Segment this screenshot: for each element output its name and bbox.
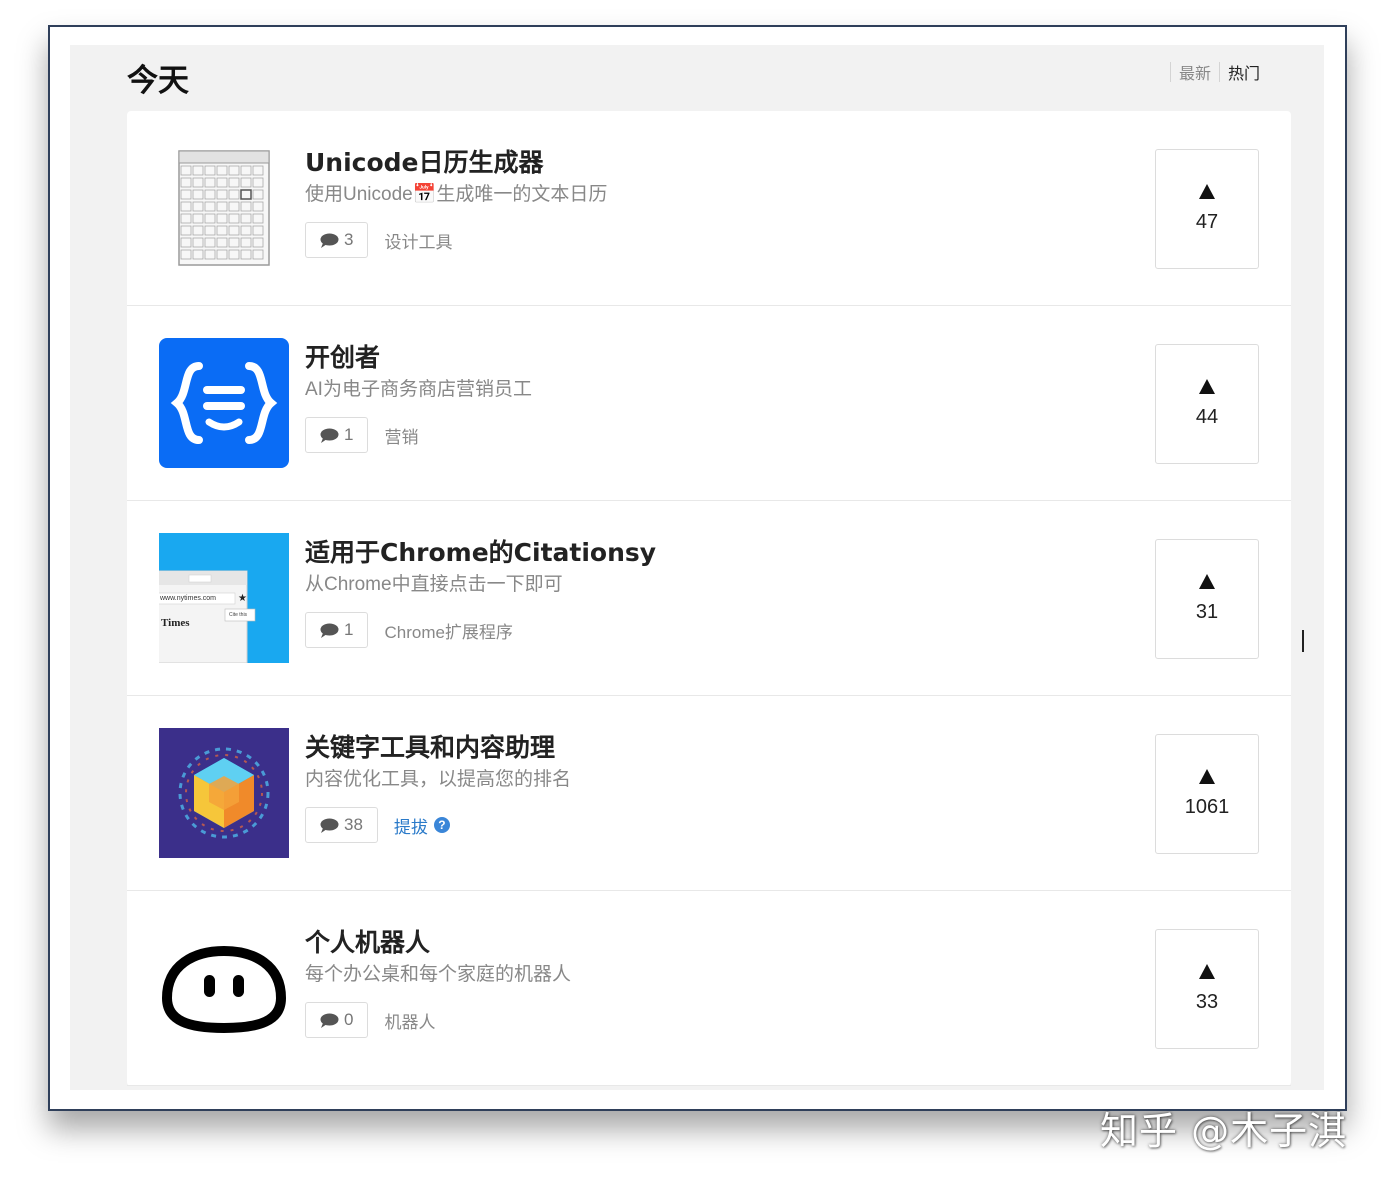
vote-count: 47 <box>1195 211 1219 233</box>
product-item[interactable]: Unicode日历生成器 使用Unicode📅生成唯一的文本日历 3 设计工具 … <box>127 111 1291 306</box>
product-tagline: AI为电子商务商店营销员工 <box>305 379 532 400</box>
product-meta: 0 机器人 <box>305 1002 1125 1038</box>
upvote-arrow-icon <box>1199 184 1215 199</box>
upvote-button[interactable]: 47 <box>1155 149 1259 269</box>
comment-bubble-icon <box>320 623 339 638</box>
vote-count: 1061 <box>1184 796 1230 818</box>
comment-count: 38 <box>344 815 363 834</box>
thumb-site-name: Times <box>161 617 190 629</box>
vote-count: 31 <box>1195 601 1219 623</box>
watermark: 知乎 @木子淇 <box>1100 1109 1348 1153</box>
upvote-button[interactable]: 33 <box>1155 929 1259 1049</box>
comments-button[interactable]: 38 <box>305 807 378 843</box>
tab-popular[interactable]: 热门 <box>1228 60 1260 84</box>
comment-count: 0 <box>344 1010 354 1029</box>
product-tagline: 从Chrome中直接点击一下即可 <box>305 574 563 595</box>
svg-text:★: ★ <box>238 593 247 604</box>
vote-count: 44 <box>1195 406 1219 428</box>
topic-tag[interactable]: 设计工具 <box>384 228 452 253</box>
page-title: 今天 <box>127 63 189 99</box>
topic-tag[interactable]: Chrome扩展程序 <box>384 618 512 643</box>
product-meta: 1 Chrome扩展程序 <box>305 612 1125 648</box>
upvote-arrow-icon <box>1199 574 1215 589</box>
comment-count: 1 <box>344 425 354 444</box>
product-item[interactable]: ★ www.nytimes.com Times Cite this 适用于Chr… <box>127 501 1291 696</box>
thumb-url: www.nytimes.com <box>160 595 217 602</box>
product-item[interactable]: 关键字工具和内容助理 内容优化工具，以提高您的排名 38 提拔 ? 1061 <box>127 696 1291 891</box>
product-meta: 38 提拔 ? <box>305 807 1125 843</box>
product-info: 适用于Chrome的Citationsy 从Chrome中直接点击一下即可 1 … <box>305 537 1125 648</box>
product-meta: 1 营销 <box>305 417 1125 453</box>
upvote-arrow-icon <box>1199 964 1215 979</box>
sort-divider <box>1218 62 1220 82</box>
upvote-button[interactable]: 1061 <box>1155 734 1259 854</box>
upvote-arrow-icon <box>1199 769 1215 784</box>
comment-bubble-icon <box>320 818 339 833</box>
comment-count: 3 <box>344 230 354 249</box>
help-icon[interactable]: ? <box>433 817 450 833</box>
scrollbar-thumb[interactable] <box>1302 630 1304 652</box>
product-info: 开创者 AI为电子商务商店营销员工 1 营销 <box>305 342 1125 453</box>
vote-count: 33 <box>1195 991 1219 1013</box>
product-title[interactable]: 适用于Chrome的Citationsy <box>305 537 1125 569</box>
hex-cube-logo[interactable] <box>159 728 289 858</box>
comments-button[interactable]: 3 <box>305 222 369 258</box>
promoted-tag[interactable]: 提拔 ? <box>394 813 450 838</box>
robot-face-logo[interactable] <box>159 923 289 1053</box>
product-title[interactable]: 个人机器人 <box>305 927 1125 959</box>
calendar-thumbnail[interactable] <box>159 143 289 273</box>
header: 今天 最新 热门 <box>70 45 1324 111</box>
product-item[interactable]: 开创者 AI为电子商务商店营销员工 1 营销 44 <box>127 306 1291 501</box>
page: 今天 最新 热门 Unicode日历生成器 使用Unicode📅生成唯一的文本日… <box>70 45 1324 1090</box>
curly-braces-logo[interactable] <box>159 338 289 468</box>
thumb-cite-button: Cite this <box>229 612 248 618</box>
product-tagline: 内容优化工具，以提高您的排名 <box>305 769 572 790</box>
product-info: Unicode日历生成器 使用Unicode📅生成唯一的文本日历 3 设计工具 <box>305 147 1125 258</box>
product-tagline: 使用Unicode📅生成唯一的文本日历 <box>305 184 608 205</box>
comment-bubble-icon <box>320 1013 339 1028</box>
product-meta: 3 设计工具 <box>305 222 1125 258</box>
promoted-label: 提拔 <box>393 817 428 837</box>
comment-bubble-icon <box>320 233 339 248</box>
product-title[interactable]: 关键字工具和内容助理 <box>305 732 1125 764</box>
product-info: 个人机器人 每个办公桌和每个家庭的机器人 0 机器人 <box>305 927 1125 1038</box>
product-info: 关键字工具和内容助理 内容优化工具，以提高您的排名 38 提拔 ? <box>305 732 1125 843</box>
sort-divider <box>1169 62 1171 82</box>
product-title[interactable]: Unicode日历生成器 <box>305 147 1125 179</box>
upvote-button[interactable]: 44 <box>1155 344 1259 464</box>
sort-tabs: 最新 热门 <box>1162 60 1260 84</box>
product-tagline: 每个办公桌和每个家庭的机器人 <box>305 964 572 985</box>
screenshot-frame: 今天 最新 热门 Unicode日历生成器 使用Unicode📅生成唯一的文本日… <box>48 25 1347 1111</box>
product-list: Unicode日历生成器 使用Unicode📅生成唯一的文本日历 3 设计工具 … <box>127 111 1291 1086</box>
upvote-arrow-icon <box>1199 379 1215 394</box>
comments-button[interactable]: 1 <box>305 417 369 453</box>
topic-tag[interactable]: 营销 <box>384 423 418 448</box>
comments-button[interactable]: 1 <box>305 612 369 648</box>
product-title[interactable]: 开创者 <box>305 342 1125 374</box>
topic-tag[interactable]: 机器人 <box>384 1008 435 1033</box>
comment-count: 1 <box>344 620 354 639</box>
comment-bubble-icon <box>320 428 339 443</box>
upvote-button[interactable]: 31 <box>1155 539 1259 659</box>
comments-button[interactable]: 0 <box>305 1002 369 1038</box>
product-item[interactable]: 个人机器人 每个办公桌和每个家庭的机器人 0 机器人 33 <box>127 891 1291 1086</box>
browser-screenshot-thumbnail[interactable]: ★ www.nytimes.com Times Cite this <box>159 533 289 663</box>
tab-newest[interactable]: 最新 <box>1179 60 1211 84</box>
